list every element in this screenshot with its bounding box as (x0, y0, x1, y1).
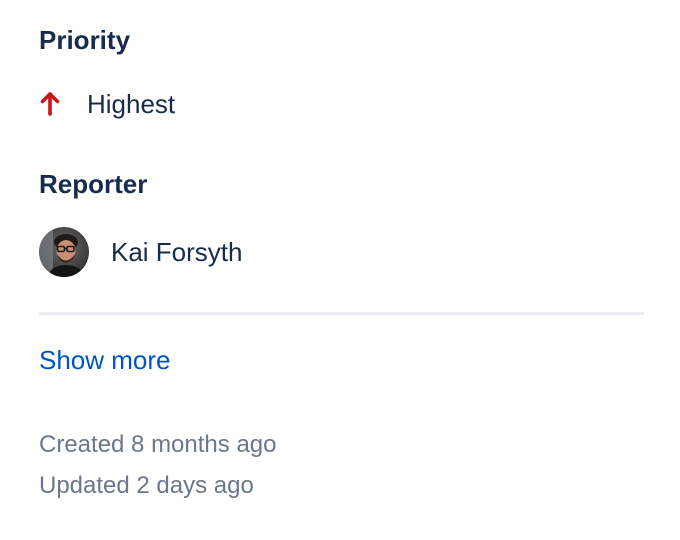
priority-heading: Priority (39, 25, 131, 55)
arrow-up-icon-svg (40, 92, 60, 116)
priority-value: Highest (87, 89, 176, 119)
reporter-field[interactable]: Kai Forsyth (39, 226, 243, 278)
issue-details-panel: Priority Highest Reporter Kai Forsyth Sh… (0, 0, 680, 540)
created-timestamp: Created 8 months ago (39, 431, 277, 458)
avatar-image (39, 227, 89, 277)
reporter-name[interactable]: Kai Forsyth (111, 234, 243, 270)
updated-timestamp: Updated 2 days ago (39, 472, 254, 499)
priority-field[interactable]: Highest (39, 86, 175, 122)
avatar[interactable] (39, 227, 89, 277)
show-more-link[interactable]: Show more (39, 343, 171, 377)
divider (39, 312, 644, 315)
reporter-heading: Reporter (39, 169, 148, 199)
arrow-up-icon (39, 86, 71, 122)
